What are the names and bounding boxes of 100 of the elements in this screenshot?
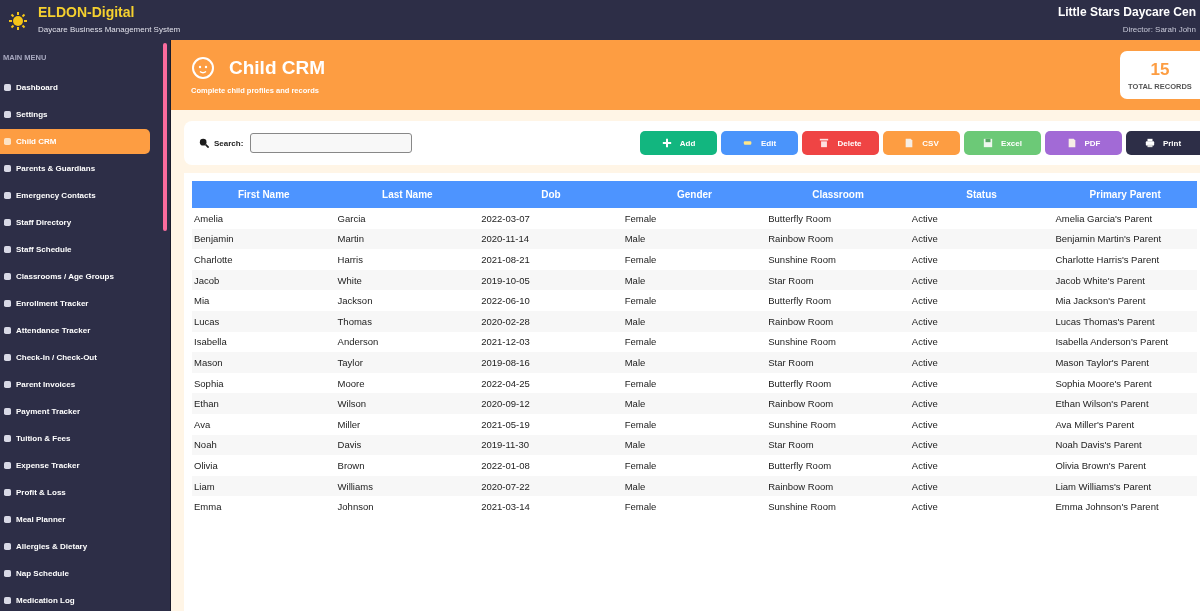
sidebar-item[interactable]: Staff Directory xyxy=(0,210,150,235)
table-cell: Female xyxy=(622,249,767,270)
table-cell: Mia xyxy=(192,290,336,311)
table-cell: Butterfly Room xyxy=(766,290,910,311)
table-cell: Sunshine Room xyxy=(766,331,910,353)
table-cell: 2021-08-21 xyxy=(479,249,623,270)
table-cell: 2021-05-19 xyxy=(479,413,623,435)
sidebar-item[interactable]: Enrollment Tracker xyxy=(0,291,150,316)
table-cell: Male xyxy=(622,393,767,414)
table-cell: Emma Johnson's Parent xyxy=(1053,496,1197,517)
search-field[interactable] xyxy=(250,133,413,153)
sidebar-item[interactable]: Parents & Guardians xyxy=(0,156,150,181)
table-cell: 2019-08-16 xyxy=(479,352,623,373)
sidebar-item[interactable]: Allergies & Dietary xyxy=(0,534,150,559)
sidebar-item[interactable]: Profit & Loss xyxy=(0,480,150,505)
table-cell: Rainbow Room xyxy=(766,475,910,497)
table-cell: Jacob White's Parent xyxy=(1053,269,1197,291)
table-cell: Female xyxy=(622,208,767,229)
sidebar-item[interactable]: Check-In / Check-Out xyxy=(0,345,150,370)
table-cell: Active xyxy=(909,372,1054,394)
bullet-icon xyxy=(4,246,11,253)
table-cell: 2019-11-30 xyxy=(479,434,623,456)
document-icon xyxy=(1066,138,1077,148)
table-cell: Isabella xyxy=(192,331,336,353)
table-cell: Sunshine Room xyxy=(766,249,910,270)
scrollbar[interactable] xyxy=(163,43,167,231)
table-cell: Charlotte xyxy=(192,249,336,270)
table-cell: Rainbow Room xyxy=(766,228,910,250)
sidebar-item[interactable]: Attendance Tracker xyxy=(0,318,150,343)
sidebar-item[interactable]: Emergency Contacts xyxy=(0,183,150,208)
table-cell: Williams xyxy=(335,475,480,497)
table-cell: Butterfly Room xyxy=(766,372,910,394)
table-cell: Male xyxy=(622,434,767,456)
table-cell: Butterfly Room xyxy=(766,208,910,229)
table-cell: Active xyxy=(909,228,1054,250)
sidebar-item[interactable]: Classrooms / Age Groups xyxy=(0,264,150,289)
table-cell: Amelia xyxy=(192,208,336,229)
total-count: 15 xyxy=(1150,59,1170,80)
page-title: Child CRM xyxy=(229,56,326,79)
table-cell: Mia Jackson's Parent xyxy=(1053,290,1197,311)
baby-face-icon xyxy=(191,55,215,80)
brand-tagline: Daycare Business Management System xyxy=(38,25,181,34)
table-cell: Sophia Moore's Parent xyxy=(1053,372,1197,394)
bullet-icon xyxy=(4,489,11,496)
table-cell: Active xyxy=(909,393,1054,414)
table-cell: Benjamin Martin's Parent xyxy=(1053,228,1197,250)
table-cell: Wilson xyxy=(335,393,480,414)
table-cell: Ethan Wilson's Parent xyxy=(1053,393,1197,414)
bullet-icon xyxy=(4,543,11,550)
table-cell: Active xyxy=(909,331,1054,353)
table-cell: Active xyxy=(909,413,1054,435)
sidebar-item[interactable]: Nap Schedule xyxy=(0,561,150,586)
search-icon xyxy=(199,138,209,148)
table-cell: Male xyxy=(622,269,767,291)
table-cell: 2020-07-22 xyxy=(479,475,623,497)
table-cell: Mason Taylor's Parent xyxy=(1053,352,1197,373)
table-cell: 2019-10-05 xyxy=(479,269,623,291)
sidebar-item[interactable]: Parent Invoices xyxy=(0,372,150,397)
table-cell: Lucas xyxy=(192,310,336,332)
search-label: Search: xyxy=(214,138,244,148)
sidebar-item[interactable]: Medication Log xyxy=(0,588,150,611)
table-cell: Active xyxy=(909,269,1054,291)
table-cell: Jacob xyxy=(192,269,336,291)
sidebar-item[interactable]: Meal Planner xyxy=(0,507,150,532)
table-cell: Rainbow Room xyxy=(766,393,910,414)
table-cell: 2020-11-14 xyxy=(479,228,623,250)
bullet-icon xyxy=(4,381,11,388)
sidebar-item[interactable]: Dashboard xyxy=(0,75,150,100)
toolbar-button[interactable]: Delete xyxy=(802,131,879,155)
bullet-icon xyxy=(4,138,11,145)
table-cell: Johnson xyxy=(335,496,480,517)
director-name: Director: Sarah John xyxy=(1121,25,1196,34)
trash-icon xyxy=(819,138,830,148)
bullet-icon xyxy=(4,84,11,91)
toolbar-button[interactable]: Print xyxy=(1126,131,1200,155)
table-cell: Male xyxy=(622,310,767,332)
table-cell: Ava Miller's Parent xyxy=(1053,413,1197,435)
sidebar-item[interactable]: Staff Schedule xyxy=(0,237,150,262)
bullet-icon xyxy=(4,327,11,334)
bullet-icon xyxy=(4,408,11,415)
table-cell: Emma xyxy=(192,496,336,517)
plus-icon xyxy=(661,138,672,148)
table-cell: Anderson xyxy=(335,331,480,353)
bullet-icon xyxy=(4,300,11,307)
toolbar-button[interactable]: PDF xyxy=(1045,131,1122,155)
sidebar-item[interactable]: Payment Tracker xyxy=(0,399,150,424)
sidebar-item[interactable]: Settings xyxy=(0,102,150,127)
table-cell: Active xyxy=(909,290,1054,311)
table-cell: Active xyxy=(909,475,1054,497)
sidebar-item[interactable]: Tuition & Fees xyxy=(0,426,150,451)
table-cell: Ava xyxy=(192,413,336,435)
table-cell: Rainbow Room xyxy=(766,310,910,332)
sidebar-item[interactable]: Expense Tracker xyxy=(0,453,150,478)
table-cell: Sophia xyxy=(192,372,336,394)
table-cell: Sunshine Room xyxy=(766,413,910,435)
sun-icon xyxy=(8,11,28,31)
center-name: Little Stars Daycare Cen xyxy=(1057,5,1196,19)
bullet-icon xyxy=(4,219,11,226)
table-cell: 2021-12-03 xyxy=(479,331,623,353)
document-icon xyxy=(904,138,915,148)
